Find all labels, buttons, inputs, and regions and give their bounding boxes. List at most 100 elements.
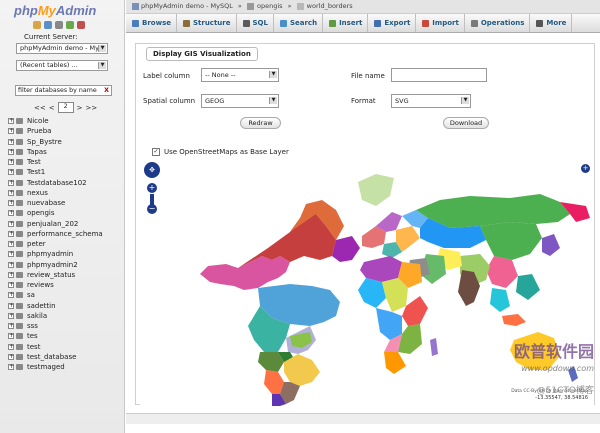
world-map-svg[interactable] xyxy=(140,156,594,406)
reload-icon[interactable] xyxy=(77,21,85,29)
database-name[interactable]: nexus xyxy=(27,189,48,197)
database-item[interactable]: + Test1 xyxy=(8,167,103,177)
database-item[interactable]: + test_database xyxy=(8,352,103,362)
label-column-select[interactable]: -- None -- ▼ xyxy=(201,68,279,82)
expand-icon[interactable]: + xyxy=(8,148,14,155)
database-name[interactable]: phpmyadmin xyxy=(27,250,73,258)
expand-icon[interactable]: + xyxy=(8,200,14,207)
database-item[interactable]: + reviews xyxy=(8,280,103,290)
file-name-input[interactable] xyxy=(391,68,487,82)
expand-icon[interactable]: + xyxy=(8,179,14,186)
database-name[interactable]: test_database xyxy=(27,353,76,361)
pan-arrows-icon[interactable]: ✥ xyxy=(144,162,160,178)
expand-icon[interactable]: + xyxy=(8,312,14,319)
database-name[interactable]: test xyxy=(27,343,40,351)
query-window-icon[interactable] xyxy=(55,21,63,29)
database-item[interactable]: + nuevabase xyxy=(8,198,103,208)
spatial-column-select[interactable]: GEOG ▼ xyxy=(201,94,279,108)
layer-switcher-icon[interactable]: + xyxy=(581,164,590,173)
tab-export[interactable]: Export xyxy=(368,14,417,32)
database-item[interactable]: + testmaged xyxy=(8,362,103,372)
tab-search[interactable]: Search xyxy=(274,14,324,32)
tab-sql[interactable]: SQL xyxy=(237,14,274,32)
database-item[interactable]: + sss xyxy=(8,321,103,331)
database-name[interactable]: Test1 xyxy=(27,168,45,176)
expand-icon[interactable]: + xyxy=(8,210,14,217)
zoom-in-icon[interactable]: + xyxy=(147,183,157,193)
database-name[interactable]: sakila xyxy=(27,312,47,320)
database-item[interactable]: + penjualan_202 xyxy=(8,219,103,229)
database-name[interactable]: performance_schema xyxy=(27,230,103,238)
database-item[interactable]: + Sp_Bystre xyxy=(8,137,103,147)
expand-icon[interactable]: + xyxy=(8,282,14,289)
expand-icon[interactable]: + xyxy=(8,169,14,176)
database-name[interactable]: nuevabase xyxy=(27,199,65,207)
redraw-button[interactable]: Redraw xyxy=(240,117,281,129)
database-name[interactable]: reviews xyxy=(27,281,54,289)
page-select[interactable]: 2 xyxy=(57,102,74,113)
expand-icon[interactable]: + xyxy=(8,364,14,371)
expand-icon[interactable]: + xyxy=(8,271,14,278)
database-item[interactable]: + review_status xyxy=(8,270,103,280)
expand-icon[interactable]: + xyxy=(8,343,14,350)
breadcrumb-database[interactable]: opengis xyxy=(257,2,283,10)
pager-last-link[interactable]: >> xyxy=(85,104,97,112)
breadcrumb-table[interactable]: world_borders xyxy=(307,2,353,10)
database-name[interactable]: Testdatabase102 xyxy=(27,179,87,187)
expand-icon[interactable]: + xyxy=(8,323,14,330)
database-name[interactable]: penjualan_202 xyxy=(27,220,78,228)
database-name[interactable]: phpmyadmin2 xyxy=(27,261,78,269)
clear-filter-icon[interactable]: X xyxy=(104,86,109,95)
expand-icon[interactable]: + xyxy=(8,159,14,166)
database-name[interactable]: Tapas xyxy=(27,148,47,156)
recent-tables-select[interactable]: (Recent tables) ... ▼ xyxy=(16,60,108,71)
expand-icon[interactable]: + xyxy=(8,292,14,299)
database-item[interactable]: + Testdatabase102 xyxy=(8,178,103,188)
tab-more[interactable]: More xyxy=(530,14,573,32)
tab-import[interactable]: Import xyxy=(416,14,465,32)
server-select[interactable]: phpMyAdmin demo - My ▼ xyxy=(16,43,108,54)
database-name[interactable]: review_status xyxy=(27,271,75,279)
download-button[interactable]: Download xyxy=(443,117,489,129)
database-item[interactable]: + peter xyxy=(8,239,103,249)
database-name[interactable]: Nicole xyxy=(27,117,49,125)
database-name[interactable]: sss xyxy=(27,322,38,330)
database-name[interactable]: Sp_Bystre xyxy=(27,138,62,146)
expand-icon[interactable]: + xyxy=(8,220,14,227)
osm-checkbox[interactable]: ✓ xyxy=(152,148,160,156)
database-name[interactable]: peter xyxy=(27,240,46,248)
expand-icon[interactable]: + xyxy=(8,230,14,237)
expand-icon[interactable]: + xyxy=(8,118,14,125)
database-filter-input[interactable]: filter databases by name X xyxy=(15,85,112,96)
expand-icon[interactable]: + xyxy=(8,261,14,268)
database-item[interactable]: + sakila xyxy=(8,311,103,321)
tab-insert[interactable]: Insert xyxy=(323,14,369,32)
phpmyadmin-logo[interactable]: phpMyAdmin xyxy=(14,3,96,18)
database-item[interactable]: + Prueba xyxy=(8,126,103,136)
pager-prev-link[interactable]: < xyxy=(49,104,55,112)
database-item[interactable]: + nexus xyxy=(8,188,103,198)
logout-icon[interactable] xyxy=(44,21,52,29)
horizontal-scrollbar[interactable] xyxy=(126,413,600,424)
tab-structure[interactable]: Structure xyxy=(177,14,237,32)
database-name[interactable]: testmaged xyxy=(27,363,65,371)
zoom-out-icon[interactable]: − xyxy=(147,204,157,214)
database-item[interactable]: + Tapas xyxy=(8,147,103,157)
expand-icon[interactable]: + xyxy=(8,302,14,309)
database-item[interactable]: + Nicole xyxy=(8,116,103,126)
pager-next-link[interactable]: > xyxy=(77,104,83,112)
database-name[interactable]: sadettin xyxy=(27,302,56,310)
map-pan-control[interactable]: ✥ xyxy=(144,162,160,178)
format-select[interactable]: SVG ▼ xyxy=(391,94,471,108)
expand-icon[interactable]: + xyxy=(8,138,14,145)
expand-icon[interactable]: + xyxy=(8,353,14,360)
database-item[interactable]: + test xyxy=(8,342,103,352)
pager-first-link[interactable]: << xyxy=(34,104,46,112)
expand-icon[interactable]: + xyxy=(8,251,14,258)
tab-browse[interactable]: Browse xyxy=(126,14,177,32)
expand-icon[interactable]: + xyxy=(8,241,14,248)
database-name[interactable]: Test xyxy=(27,158,41,166)
database-name[interactable]: tes xyxy=(27,332,38,340)
database-item[interactable]: + opengis xyxy=(8,208,103,218)
database-item[interactable]: + phpmyadmin xyxy=(8,249,103,259)
